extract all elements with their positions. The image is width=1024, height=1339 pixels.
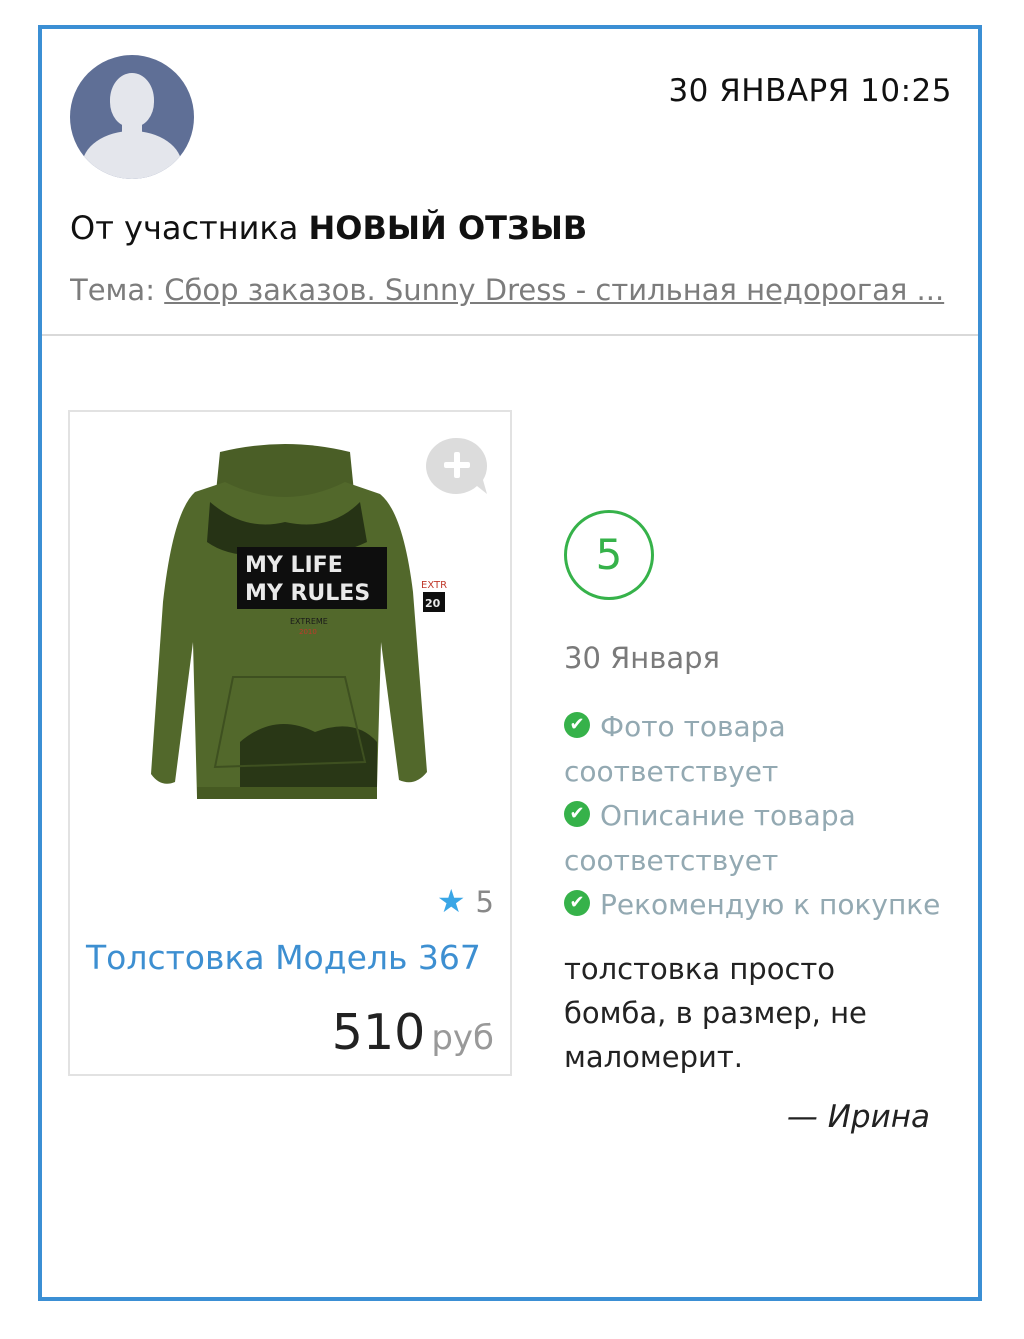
check-item: ✔ Описание товара соответствует <box>564 794 954 883</box>
review-author: — Ирина <box>786 1099 930 1135</box>
product-rating: ★ 5 <box>437 882 494 920</box>
product-rating-value: 5 <box>475 885 494 919</box>
review-score: 5 <box>564 510 654 600</box>
star-icon: ★ <box>436 882 466 920</box>
product-name[interactable]: Толстовка Модель 367 <box>86 938 481 977</box>
check-label: Фото товара соответствует <box>564 710 786 788</box>
print-line-2: MY RULES <box>245 581 370 606</box>
divider <box>42 334 978 336</box>
print-line-3: EXTREME <box>290 617 328 626</box>
review-date: 30 Января <box>564 641 720 675</box>
check-circle-icon: ✔ <box>564 801 590 827</box>
price-currency: руб <box>431 1018 494 1058</box>
print-line-4: 2010 <box>299 628 317 636</box>
from-name[interactable]: НОВЫЙ ОТЗЫВ <box>309 209 588 247</box>
notification-from: От участника НОВЫЙ ОТЗЫВ <box>70 209 587 247</box>
print-sleeve-1: EXTR <box>421 580 447 591</box>
print-line-1: MY LIFE <box>245 553 343 578</box>
check-circle-icon: ✔ <box>564 712 590 738</box>
price-value: 510 <box>331 1004 426 1061</box>
plus-bubble-icon[interactable] <box>425 436 489 496</box>
product-price: 510 руб <box>332 1004 494 1061</box>
product-card[interactable]: MY LIFE MY RULES EXTREME 2010 EXTR 20 ★ 5… <box>68 410 512 1076</box>
check-circle-icon: ✔ <box>564 890 590 916</box>
check-item: ✔ Рекомендую к покупке <box>564 883 954 928</box>
user-avatar[interactable] <box>70 55 194 179</box>
check-label: Описание товара соответствует <box>564 799 856 877</box>
product-image[interactable]: MY LIFE MY RULES EXTREME 2010 EXTR 20 <box>115 442 455 822</box>
notification-date: 30 ЯНВАРЯ 10:25 <box>668 73 952 109</box>
topic-link[interactable]: Сбор заказов. Sunny Dress - стильная нед… <box>164 273 944 307</box>
notification-card: 30 ЯНВАРЯ 10:25 От участника НОВЫЙ ОТЗЫВ… <box>38 25 982 1301</box>
notification-topic: Тема: Сбор заказов. Sunny Dress - стильн… <box>70 273 955 307</box>
from-prefix: От участника <box>70 209 299 247</box>
check-label: Рекомендую к покупке <box>600 888 941 921</box>
topic-label: Тема: <box>70 273 155 307</box>
review-text: толстовка просто бомба, в размер, не мал… <box>564 952 867 1074</box>
check-item: ✔ Фото товара соответствует <box>564 705 954 794</box>
print-sleeve-2: 20 <box>425 597 441 610</box>
review-checks: ✔ Фото товара соответствует ✔ Описание тов… <box>564 705 954 928</box>
